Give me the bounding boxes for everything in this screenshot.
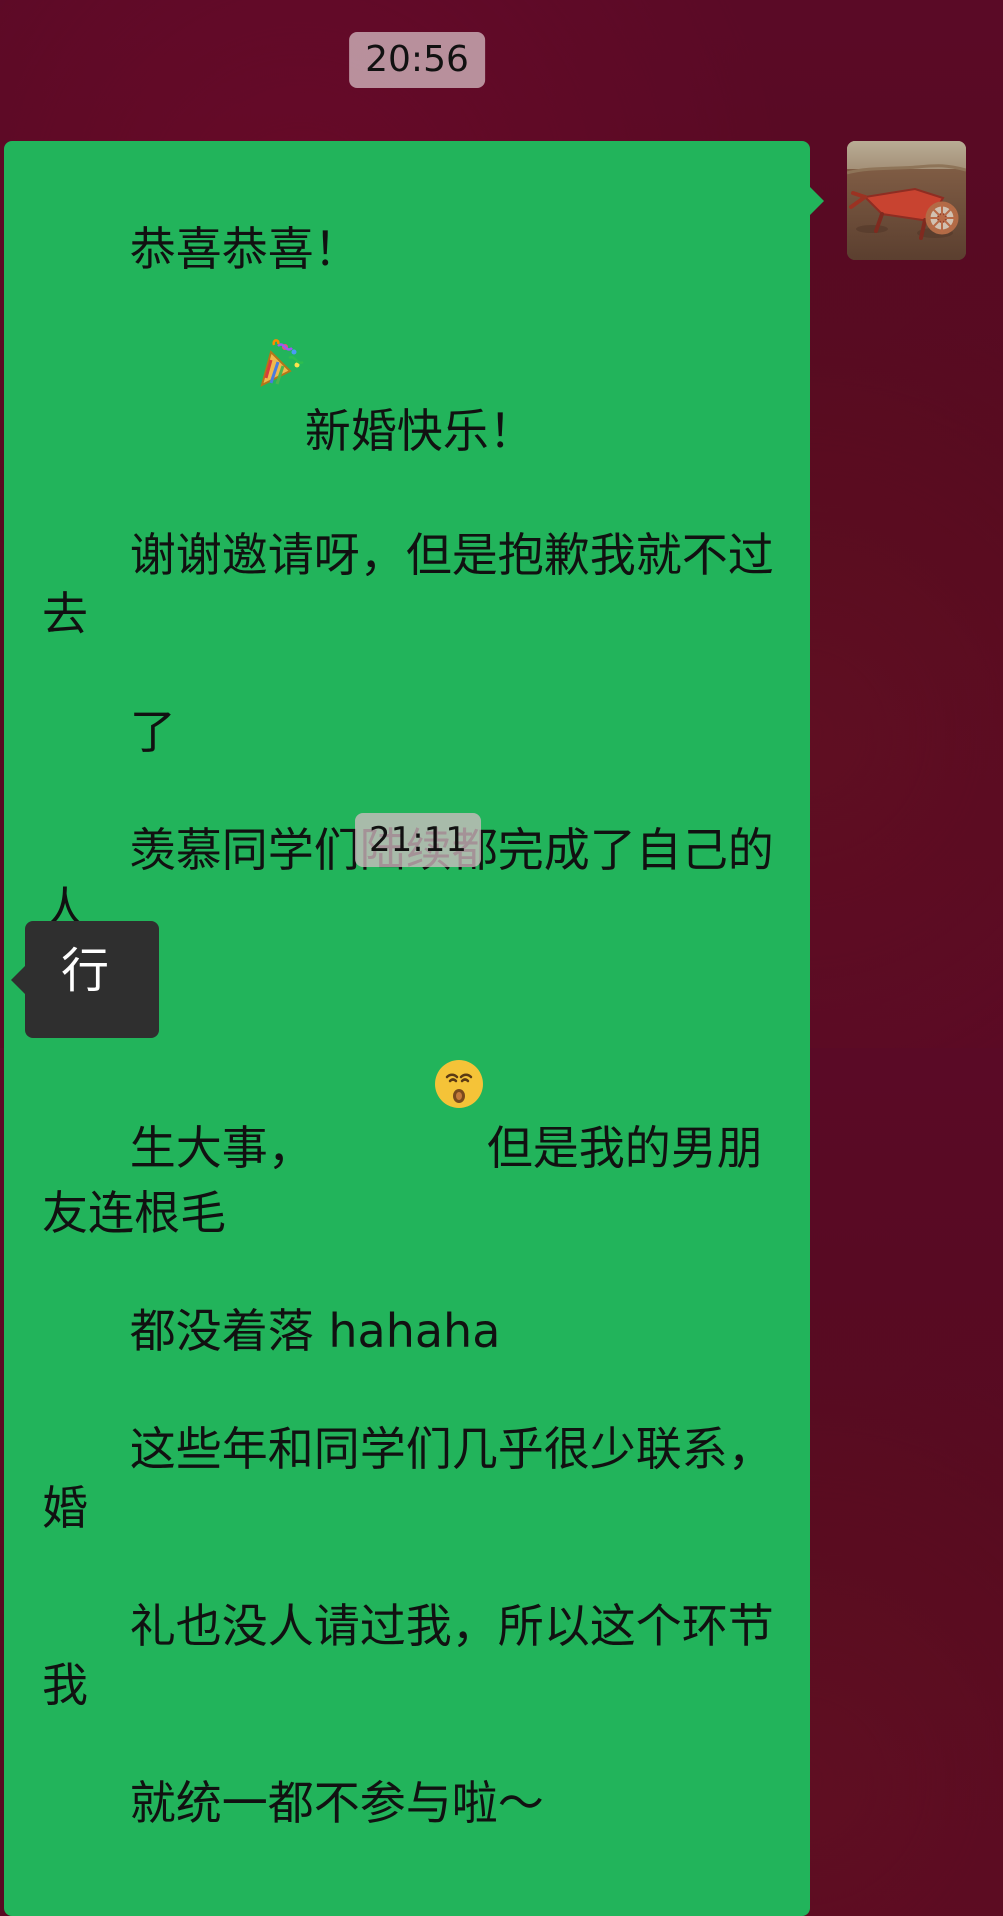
message-line: 生大事， xyxy=(129,1121,314,1175)
message-line: 谢谢邀请呀，但是抱歉我就不过去 xyxy=(42,528,774,641)
message-line: 恭喜恭喜！ xyxy=(129,222,360,276)
message-line: 了 xyxy=(129,705,176,759)
message-line: 就统一都不参与啦～ xyxy=(129,1776,544,1830)
wheelbarrow-avatar-icon xyxy=(847,141,966,260)
timestamp: 20:56 xyxy=(349,32,485,88)
incoming-message-text: 行 xyxy=(61,943,110,999)
message-line: 都没着落 hahaha xyxy=(129,1304,501,1358)
message-line: 这些年和同学们几乎很少联系，婚 xyxy=(42,1422,774,1535)
incoming-message-bubble[interactable]: 行 xyxy=(11,921,159,1038)
message-line: 礼也没人请过我，所以这个环节我 xyxy=(42,1599,774,1712)
chat-window: 20:56 恭喜恭喜！ 新婚快乐！ 谢谢邀请呀，但是抱歉我就不过去 了 羡慕同学… xyxy=(0,0,1003,1916)
kissing-face-icon xyxy=(315,998,486,1184)
timestamp: 21:11 xyxy=(355,813,481,867)
avatar[interactable] xyxy=(847,141,966,260)
party-popper-icon xyxy=(131,279,304,467)
message-line: 新婚快乐！ xyxy=(304,404,535,458)
